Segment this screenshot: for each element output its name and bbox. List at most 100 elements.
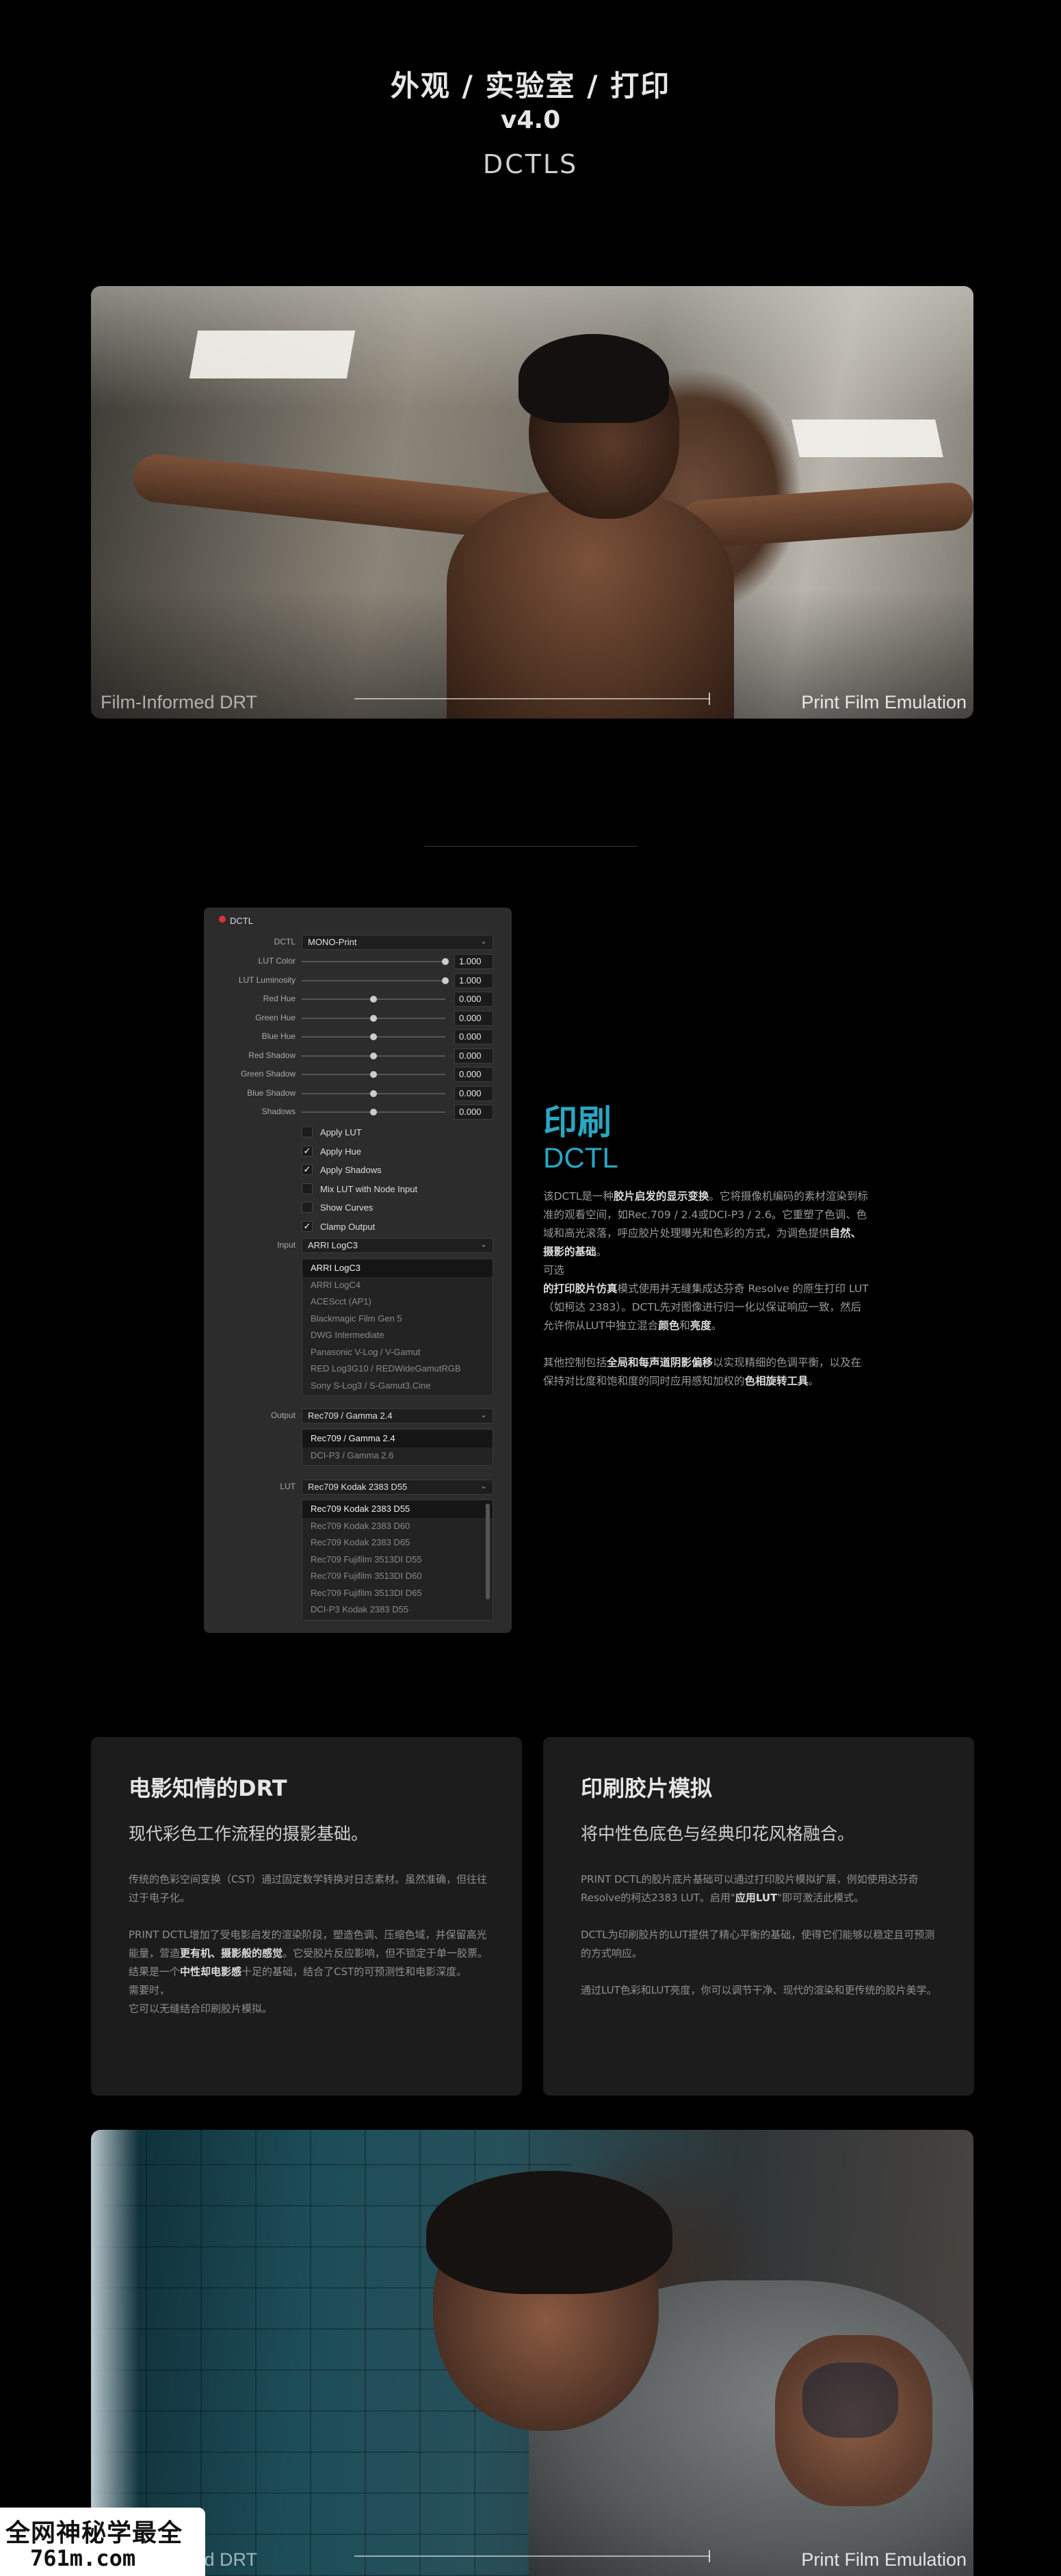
hair [426,2171,672,2294]
slider-row: LUT Color 1.000 [204,954,512,969]
checkbox-label: Clamp Output [320,1221,376,1232]
lut-options-list[interactable]: Rec709 Kodak 2383 D55 Rec709 Kodak 2383 D… [302,1499,493,1621]
print-paragraph: 其他控制包括全局和每声道阴影偏移以实现精细的色调平衡，以及在保持对比度和饱和度的… [543,1356,862,1387]
hero-comparison-image[interactable]: Film-Informed DRT Print Film Emulation [91,286,973,719]
slider-value-field[interactable]: 1.000 [454,973,493,988]
comparison-slider-handle[interactable] [709,2550,710,2562]
dropdown-option[interactable]: Rec709 Fujifilm 3513DI D55 [302,1551,493,1569]
slider-value-field[interactable]: 0.000 [454,1048,493,1064]
slider-row: Blue Hue 0.000 [204,1029,512,1044]
torso [447,491,734,719]
dropdown-option[interactable]: ARRI LogC4 [302,1277,493,1294]
slider-knob[interactable] [442,958,449,965]
slider-label: LUT Luminosity [238,975,296,985]
checkbox[interactable] [302,1183,313,1194]
dropdown-option[interactable]: RED Log3G10 / REDWideGamutRGB [302,1361,493,1378]
caption-left: Film-Informed DRT [101,692,258,712]
input-options-list[interactable]: ARRI LogC3 ARRI LogC4 ACEScct (AP1) Blackma… [302,1258,493,1396]
checkbox-label: Show Curves [320,1202,374,1213]
card-subtitle: 将中性色底色与经典印花风格融合。 [581,1824,855,1844]
slider-knob[interactable] [442,977,449,984]
print-description: 该DCTL是一种胶片启发的显示变换。它将摄像机编码的素材渲染到标准的观看空间，如… [543,1187,872,1409]
slider-label: Green Hue [255,1012,296,1022]
slider-row: Green Shadow 0.000 [204,1067,512,1082]
site-watermark: 全网神秘学最全 761m.com [0,2508,205,2576]
checkbox-label: Apply Shadows [320,1165,382,1175]
output-row: Output Rec709 / Gamma 2.4 ⌄ [204,1408,512,1424]
checkbox[interactable]: ✓ [302,1220,313,1232]
slider-value-field[interactable]: 1.000 [454,954,493,969]
slider-value-field[interactable]: 0.000 [454,1067,493,1082]
card-body: 传统的色彩空间变换（CST）通过固定数学转换对日志素材。虽然准确，但往往过于电子… [129,1870,491,2037]
second-comparison-image[interactable]: Film-Informed DRT Print Film Emulation [91,2130,973,2576]
slider-value-field[interactable]: 0.000 [454,992,493,1007]
output-select[interactable]: Rec709 / Gamma 2.4 ⌄ [302,1408,493,1424]
slider-knob[interactable] [370,1033,377,1040]
checkbox-label: Mix LUT with Node Input [320,1183,418,1194]
comparison-slider-handle[interactable] [709,693,710,705]
dropdown-option[interactable]: Blackmagic Film Gen 5 [302,1311,493,1328]
card-paragraph: PRINT DCTL增加了受电影启发的渲染阶段，塑造色调、压缩色域，并保留高光能… [129,1929,488,2015]
card-paragraph: 传统的色彩空间变换（CST）通过固定数学转换对日志素材。虽然准确，但往往过于电子… [129,1873,488,1904]
dropdown-option[interactable]: Sony S-Log3 / S-Gamut3.Cine [302,1378,493,1395]
print-section-subtitle: DCTL [543,1142,618,1174]
dropdown-option[interactable]: Rec709 Kodak 2383 D55 [302,1501,493,1518]
chevron-down-icon: ⌄ [480,936,487,946]
checkbox-row: Show Curves [204,1200,512,1215]
slider-value-field[interactable]: 0.000 [454,1085,493,1101]
dropdown-option[interactable]: DWG Intermediate [302,1327,493,1344]
checkbox[interactable]: ✓ [302,1145,313,1157]
slider-value-field[interactable]: 0.000 [454,1105,493,1120]
slider-value-field[interactable]: 0.000 [454,1029,493,1044]
slider-track[interactable] [302,979,445,981]
input-select[interactable]: ARRI LogC3 ⌄ [302,1238,493,1253]
dropdown-option[interactable]: DCI-P3 / Gamma 2.6 [302,1447,493,1465]
slider-row: Red Hue 0.000 [204,992,512,1007]
dropdown-option[interactable]: ARRI LogC3 [302,1260,493,1277]
input-row: Input ARRI LogC3 ⌄ [204,1238,512,1253]
checkbox-label: Apply Hue [320,1146,361,1157]
lut-select[interactable]: Rec709 Kodak 2383 D55 ⌄ [302,1480,493,1495]
print-section-title: 印刷 [543,1103,612,1142]
lut-list-scrollbar[interactable] [486,1504,490,1599]
comparison-slider-track[interactable] [354,2555,710,2557]
dropdown-option[interactable]: Rec709 Fujifilm 3513DI D65 [302,1585,493,1602]
lut-row: LUT Rec709 Kodak 2383 D55 ⌄ [204,1480,512,1495]
chevron-down-icon: ⌄ [480,1239,487,1249]
dctl-select[interactable]: MONO-Print ⌄ [302,935,493,950]
comparison-slider-track[interactable] [354,698,710,699]
checkbox[interactable] [302,1202,313,1213]
slider-knob[interactable] [370,1052,377,1059]
dropdown-option[interactable]: ACEScct (AP1) [302,1293,493,1311]
slider-row: Red Shadow 0.000 [204,1048,512,1064]
checkbox-label: Apply LUT [320,1127,362,1137]
lut-label: LUT [280,1482,296,1491]
checkbox[interactable]: ✓ [302,1164,313,1175]
print-paragraph: 该DCTL是一种胶片启发的显示变换。它将摄像机编码的素材渲染到标准的观看空间，如… [543,1190,869,1332]
slider-knob[interactable] [370,996,377,1003]
dropdown-option[interactable]: Rec709 Kodak 2383 D60 [302,1518,493,1535]
dropdown-option[interactable]: Rec709 Fujifilm 3513DI D60 [302,1568,493,1585]
checkbox-row: ✓ Apply Shadows [204,1163,512,1178]
dropdown-option[interactable]: Rec709 / Gamma 2.4 [302,1430,493,1447]
slider-knob[interactable] [370,1109,377,1116]
slider-label: Red Hue [263,994,296,1003]
slider-knob[interactable] [370,1090,377,1097]
slider-label: Shadows [261,1107,296,1116]
slider-knob[interactable] [370,1014,377,1022]
dropdown-option[interactable]: Rec709 Kodak 2383 D65 [302,1534,493,1551]
slider-row: LUT Luminosity 1.000 [204,973,512,988]
card-paragraph: DCTL为印刷胶片的LUT提供了精心平衡的基础，使得它们能够以稳定且可预测的方式… [581,1929,935,1959]
dctl-panel: DCTL DCTL MONO-Print ⌄ LUT Color 1.000 LUT … [204,907,512,1633]
checkbox[interactable] [302,1126,313,1137]
slider-value-field[interactable]: 0.000 [454,1010,493,1026]
slider-track[interactable] [302,961,445,962]
right-arm [678,481,973,550]
output-options-list[interactable]: Rec709 / Gamma 2.4 DCI-P3 / Gamma 2.6 [302,1428,493,1466]
print-emulation-card: 印刷胶片模拟 将中性色底色与经典印花风格融合。 PRINT DCTL的胶片底片基… [543,1737,974,2096]
card-title: 印刷胶片模拟 [581,1775,713,1801]
dropdown-option[interactable]: Panasonic V-Log / V-Gamut [302,1344,493,1361]
slider-knob[interactable] [370,1071,377,1078]
dropdown-option[interactable]: DCI-P3 Kodak 2383 D55 [302,1601,493,1619]
tattoo [802,2362,898,2438]
